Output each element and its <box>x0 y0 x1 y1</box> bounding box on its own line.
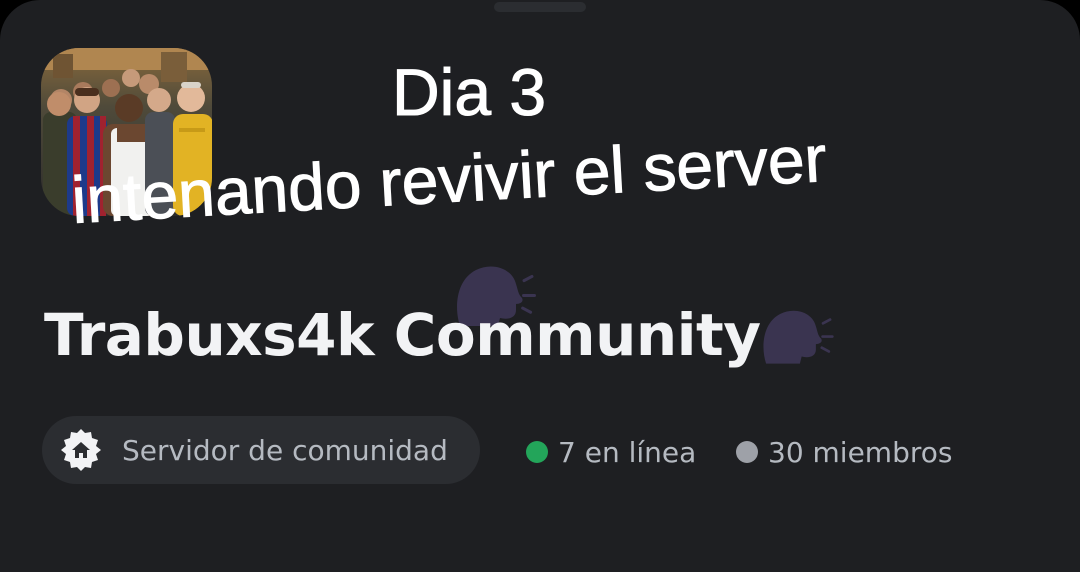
server-name-row: Trabuxs4k Community <box>44 292 839 378</box>
home-icon <box>61 429 101 471</box>
speaking-head-icon <box>763 310 834 364</box>
drag-handle[interactable] <box>494 2 586 12</box>
online-count-label: 7 en línea <box>558 435 697 469</box>
server-name: Trabuxs4k Community <box>44 301 761 369</box>
server-profile-sheet: Dia 3 intenando revivir el server Trabux… <box>0 0 1080 572</box>
member-count: 30 miembros <box>736 430 952 474</box>
members-status-dot <box>736 441 758 463</box>
member-count-label: 30 miembros <box>768 435 953 469</box>
online-count: 7 en línea <box>526 430 696 474</box>
overlay-caption-title: Dia 3 <box>391 55 547 130</box>
community-server-badge[interactable]: Servidor de comunidad <box>42 416 480 484</box>
community-badge-label: Servidor de comunidad <box>122 433 448 467</box>
online-status-dot <box>526 441 548 463</box>
